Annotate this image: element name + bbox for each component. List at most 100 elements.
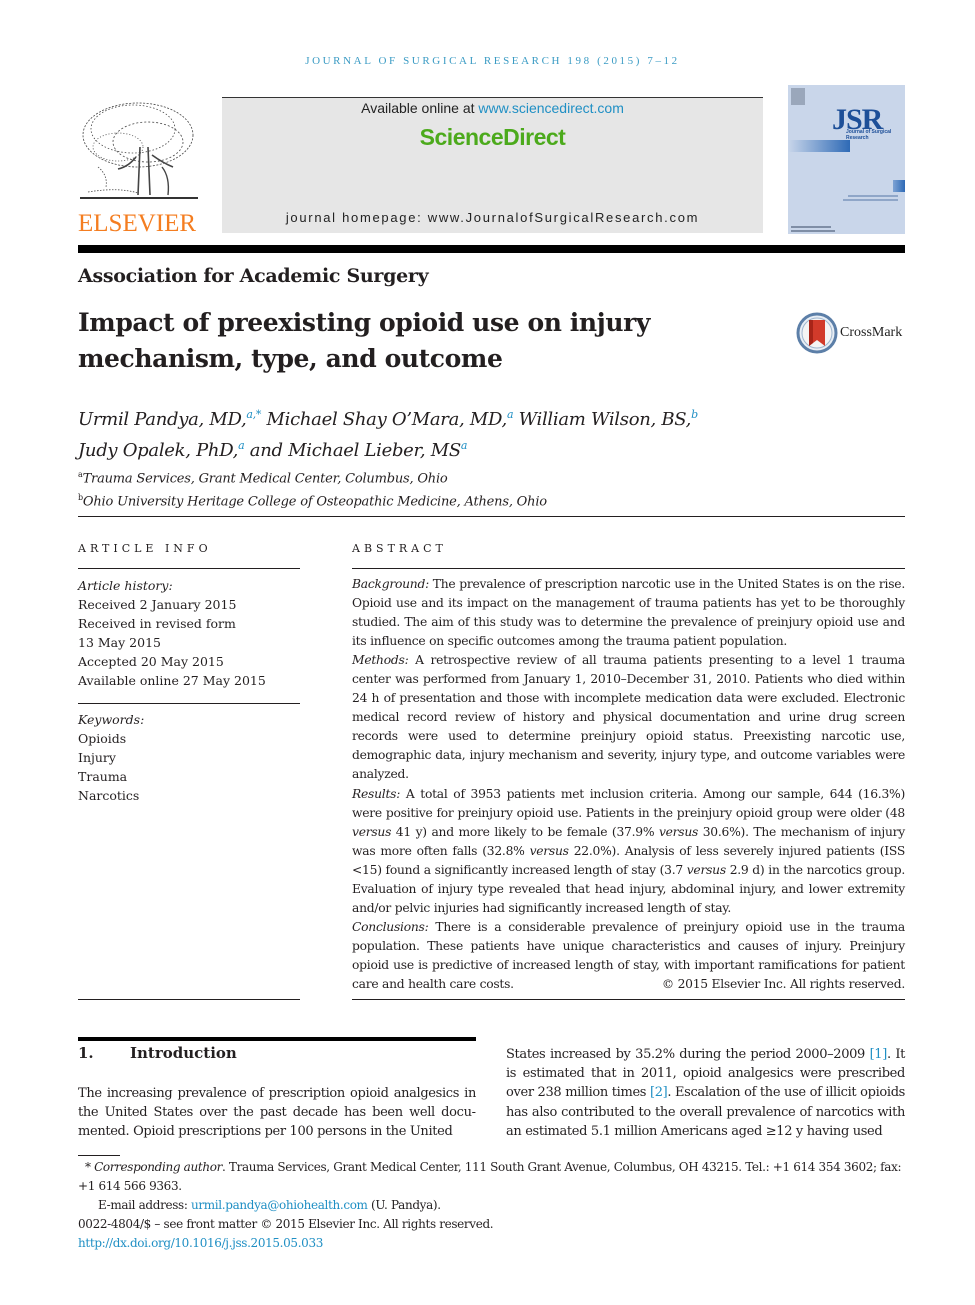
author[interactable]: William Wilson, BS,b <box>518 408 699 430</box>
article-section: Association for Academic Surgery <box>78 265 429 287</box>
elsevier-tree-icon <box>80 102 198 199</box>
body-text-run: States increased by 35.2% during the per… <box>506 1047 870 1062</box>
sciencedirect-link[interactable]: www.sciencedirect.com <box>478 100 624 116</box>
abstract-divider <box>352 568 905 569</box>
author[interactable]: and Michael Lieber, MSa <box>249 439 468 461</box>
cover-subtitle: Journal of Surgical Research <box>846 129 892 141</box>
cover-text-line <box>843 199 898 201</box>
introduction-right-column: States increased by 35.2% during the per… <box>506 1045 905 1141</box>
abstract-copyright: © 2015 Elsevier Inc. All rights reserved… <box>661 977 905 991</box>
front-matter-note: 0022-4804/$ – see front matter © 2015 El… <box>78 1217 494 1231</box>
cover-band-small <box>893 180 905 192</box>
author-name: Urmil Pandya, MD, <box>78 409 247 430</box>
abstract-label: Results: <box>352 786 401 801</box>
reference-link[interactable]: [1] <box>870 1047 888 1062</box>
footnote-rule <box>78 1155 120 1156</box>
author-affiliation-mark[interactable]: a <box>238 439 245 452</box>
header-thick-rule <box>78 245 905 253</box>
affiliation: aTrauma Services, Grant Medical Center, … <box>78 465 547 488</box>
affiliation-text: Trauma Services, Grant Medical Center, C… <box>82 471 448 487</box>
cover-band <box>788 140 850 152</box>
cover-text-line <box>848 195 898 197</box>
abstract-results: Results: A total of 3953 patients met in… <box>352 785 905 918</box>
crossmark-button[interactable]: CrossMark <box>796 312 911 356</box>
abstract-body: Background: The prevalence of prescripti… <box>352 575 905 994</box>
author-name: Judy Opalek, PhD, <box>78 440 239 461</box>
article-history-label: Article history: <box>78 578 173 593</box>
history-item: Accepted 20 May 2015 <box>78 654 224 669</box>
cover-text-line <box>791 226 831 228</box>
keywords-label: Keywords: <box>78 712 145 727</box>
crossmark-label: CrossMark <box>840 325 903 340</box>
title-line: Impact of preexisting opioid use on inju… <box>78 308 650 337</box>
history-item: Available online 27 May 2015 <box>78 673 266 688</box>
keyword[interactable]: Narcotics <box>78 786 300 805</box>
author-name: William Wilson, BS, <box>518 409 692 430</box>
footnote-label: Corresponding author <box>94 1160 222 1174</box>
article-info-divider <box>78 568 300 569</box>
article-info-heading: ARTICLE INFO <box>78 542 212 555</box>
author[interactable]: Michael Shay O’Mara, MD,a <box>266 408 514 430</box>
abstract-paragraph: A retrospective review of all trauma pat… <box>352 653 905 782</box>
abstract-label: Methods: <box>352 653 409 668</box>
history-item: 13 May 2015 <box>78 635 161 650</box>
abstract-text-run: A total of 3953 patients met inclusion c… <box>352 786 905 820</box>
author-name: and Michael Lieber, MS <box>249 440 461 461</box>
author[interactable]: Urmil Pandya, MD,a,* <box>78 408 261 430</box>
affiliation-text: Ohio University Heritage College of Oste… <box>82 494 547 510</box>
keyword[interactable]: Opioids <box>78 729 300 748</box>
sciencedirect-banner: Available online at www.sciencedirect.co… <box>222 98 763 233</box>
article-history: Article history: Received 2 January 2015… <box>78 576 300 690</box>
section-title: Introduction <box>130 1044 237 1062</box>
introduction-rule <box>78 1037 476 1041</box>
email-note: E-mail address: urmil.pandya@ohiohealth.… <box>78 1196 908 1215</box>
running-head: JOURNAL OF SURGICAL RESEARCH 198 (2015) … <box>305 55 680 67</box>
affiliations-divider <box>78 516 905 517</box>
cover-text-line <box>791 230 835 232</box>
footnotes: * Corresponding author. Trauma Services,… <box>78 1158 908 1253</box>
keyword[interactable]: Trauma <box>78 767 300 786</box>
abstract-heading: ABSTRACT <box>352 542 447 555</box>
versus-italic: versus <box>658 824 699 839</box>
author-affiliation-mark[interactable]: a,* <box>246 408 261 421</box>
journal-homepage-link[interactable]: journal homepage: www.JournalofSurgicalR… <box>222 210 763 225</box>
title-line: mechanism, type, and outcome <box>78 344 503 373</box>
sciencedirect-logo[interactable]: ScienceDirect <box>222 124 763 151</box>
abstract-bottom-rule <box>352 999 905 1000</box>
introduction-left-column: The increasing prevalence of prescriptio… <box>78 1086 476 1140</box>
author-list: Urmil Pandya, MD,a,* Michael Shay O’Mara… <box>78 402 898 464</box>
versus-italic: versus <box>686 862 726 877</box>
abstract-label: Conclusions: <box>352 919 429 934</box>
author-name: Michael Shay O’Mara, MD, <box>266 409 508 430</box>
affiliation: bOhio University Heritage College of Ost… <box>78 488 547 511</box>
footnote-mark: * <box>84 1160 91 1174</box>
author-affiliation-mark[interactable]: a <box>461 439 468 452</box>
versus-italic: versus <box>352 824 392 839</box>
article-title: Impact of preexisting opioid use on inju… <box>78 305 758 377</box>
versus-italic: versus <box>529 843 569 858</box>
author-affiliation-mark[interactable]: b <box>691 408 698 421</box>
corresponding-author-note: * Corresponding author. Trauma Services,… <box>78 1158 908 1196</box>
keyword[interactable]: Injury <box>78 748 300 767</box>
email-suffix: (U. Pandya). <box>367 1198 441 1212</box>
email-link[interactable]: urmil.pandya@ohiohealth.com <box>191 1198 368 1212</box>
abstract-text-run: 41 y) and more likely to be female (37.9… <box>391 824 659 839</box>
reference-link[interactable]: [2] <box>650 1085 668 1100</box>
available-online-text: Available online at www.sciencedirect.co… <box>361 100 624 116</box>
abstract-paragraph: The prevalence of prescription narcotic … <box>352 577 905 649</box>
abstract-background: Background: The prevalence of prescripti… <box>352 575 905 651</box>
crossmark-icon <box>796 312 838 354</box>
email-label: E-mail address: <box>98 1198 191 1212</box>
affiliations: aTrauma Services, Grant Medical Center, … <box>78 465 547 512</box>
journal-cover-thumbnail[interactable]: JSR Journal of Surgical Research <box>788 85 905 234</box>
author[interactable]: Judy Opalek, PhD,a <box>78 439 245 461</box>
keywords: Keywords: Opioids Injury Trauma Narcotic… <box>78 710 300 805</box>
doi-link[interactable]: http://dx.doi.org/10.1016/j.jss.2015.05.… <box>78 1236 323 1250</box>
elsevier-logo[interactable]: ELSEVIER <box>78 97 202 236</box>
article-info-bottom-rule <box>78 999 300 1000</box>
introduction-heading: 1. Introduction <box>78 1044 237 1062</box>
history-item: Received 2 January 2015 <box>78 597 237 612</box>
cover-elsevier-icon <box>791 88 805 105</box>
abstract-methods: Methods: A retrospective review of all t… <box>352 651 905 784</box>
author-affiliation-mark[interactable]: a <box>507 408 514 421</box>
